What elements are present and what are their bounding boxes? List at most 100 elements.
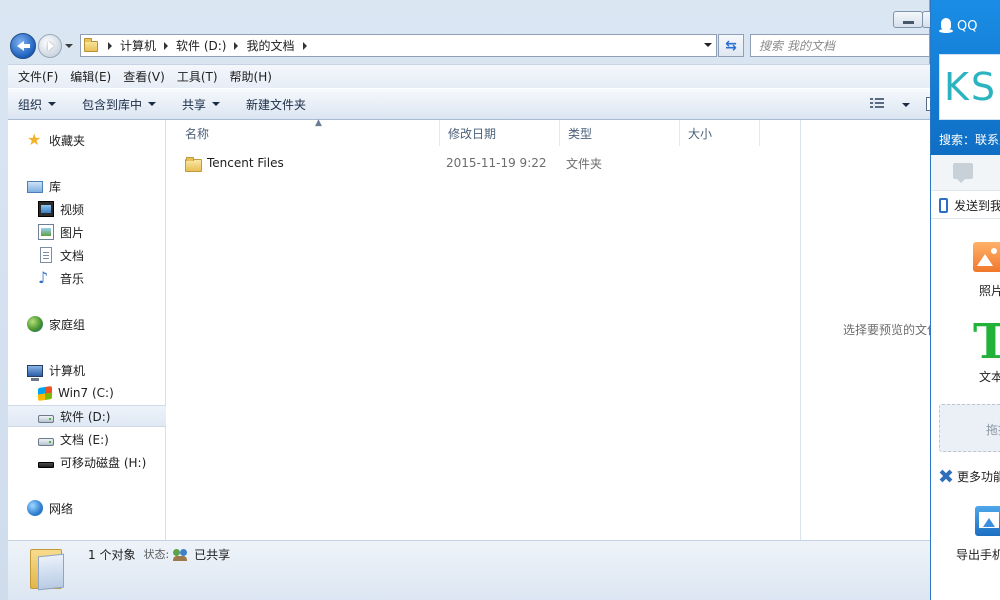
column-type-label: 类型 — [568, 126, 593, 141]
qq-search-input[interactable]: 搜索：联系人 — [939, 131, 1000, 148]
export-album-label[interactable]: 导出手机相册 — [956, 546, 1000, 563]
row-type-cell: 文件夹 — [566, 152, 676, 174]
send-to-phone-label: 发送到我的手机 — [954, 198, 1000, 213]
network-icon — [27, 500, 43, 516]
removable-drive-icon — [38, 462, 54, 468]
row-modified-cell: 2015-11-19 9:22 — [446, 152, 561, 174]
text-label[interactable]: 文本 — [979, 368, 1000, 385]
search-input[interactable]: 搜索 我的文档 — [750, 34, 930, 57]
share-button[interactable]: 共享 — [182, 96, 221, 113]
sort-ascending-icon: ▲ — [315, 118, 322, 128]
nav-favorites[interactable]: ★ 收藏夹 — [8, 129, 166, 151]
nav-label: 库 — [49, 179, 62, 194]
star-icon: ★ — [27, 130, 42, 149]
nav-label: 音乐 — [60, 271, 85, 286]
navigation-bar: 计算机 软件 (D:) 我的文档 ⇆ 搜索 我的文档 — [0, 32, 930, 60]
address-bar[interactable]: 计算机 软件 (D:) 我的文档 — [80, 34, 717, 57]
navigation-pane[interactable]: ★ 收藏夹 库 视频 图片 文档 ♪ 音乐 家庭组 计算机 Win7 (C:) … — [8, 120, 166, 540]
back-button[interactable] — [10, 33, 36, 59]
nav-label: 文档 — [60, 248, 85, 263]
breadcrumb-computer[interactable]: 计算机 — [120, 37, 156, 54]
nav-label: 软件 (D:) — [60, 409, 111, 424]
row-size-cell — [686, 152, 756, 174]
chevron-down-icon — [148, 102, 157, 106]
picture-icon — [38, 224, 54, 240]
nav-label: Win7 (C:) — [58, 386, 114, 400]
music-note-icon: ♪ — [38, 268, 49, 287]
row-name-cell[interactable]: Tencent Files — [185, 152, 435, 174]
breadcrumb-my-documents[interactable]: 我的文档 — [246, 37, 294, 54]
recent-pages-dropdown[interactable] — [64, 41, 74, 51]
column-header-type[interactable]: 类型 — [560, 120, 680, 146]
menu-edit[interactable]: 编辑(E) — [64, 68, 117, 85]
organize-button[interactable]: 组织 — [18, 96, 57, 113]
column-header-name[interactable]: 名称 ▲ — [177, 118, 440, 146]
nav-homegroup[interactable]: 家庭组 — [8, 313, 166, 335]
nav-network[interactable]: 网络 — [8, 497, 166, 519]
status-label: 状态: — [143, 548, 170, 561]
nav-label: 网络 — [49, 501, 74, 516]
hard-drive-icon — [38, 414, 54, 423]
file-drop-zone[interactable]: 拖拽文件到此 — [939, 404, 1000, 452]
forward-button[interactable] — [38, 34, 62, 58]
new-folder-button[interactable]: 新建文件夹 — [246, 96, 306, 113]
preview-pane: 选择要预览的文件。 — [800, 120, 930, 540]
menu-tools[interactable]: 工具(T) — [171, 68, 224, 85]
change-view-icon[interactable] — [870, 98, 884, 110]
nav-music[interactable]: ♪ 音乐 — [8, 267, 166, 289]
breadcrumb-chevron-icon[interactable] — [302, 41, 307, 50]
breadcrumb-drive-d[interactable]: 软件 (D:) — [176, 37, 226, 54]
row-name: Tencent Files — [207, 156, 284, 170]
text-icon[interactable]: T — [973, 318, 1000, 366]
breadcrumb-chevron-icon[interactable] — [108, 41, 112, 50]
nav-libraries[interactable]: 库 — [8, 175, 166, 197]
menu-bar: 文件(F) 编辑(E) 查看(V) 工具(T) 帮助(H) — [8, 64, 930, 88]
row-modified: 2015-11-19 9:22 — [446, 156, 547, 170]
address-dropdown-icon[interactable] — [704, 43, 712, 47]
qq-title-text: QQ — [957, 18, 978, 34]
menu-file[interactable]: 文件(F) — [12, 68, 64, 85]
send-to-phone-item[interactable]: 发送到我的手机 — [939, 193, 1000, 217]
column-header-size[interactable]: 大小 — [680, 120, 760, 146]
nav-drive-h[interactable]: 可移动磁盘 (H:) — [8, 451, 166, 473]
menu-help[interactable]: 帮助(H) — [224, 68, 278, 85]
export-album-icon[interactable] — [975, 506, 1000, 536]
more-features-button[interactable]: 更多功能 — [939, 466, 1000, 486]
minimize-button[interactable] — [893, 11, 923, 28]
table-row[interactable]: Tencent Files 2015-11-19 9:22 文件夹 — [167, 152, 800, 174]
breadcrumb-chevron-icon[interactable] — [164, 41, 169, 50]
nav-label: 收藏夹 — [49, 133, 86, 148]
qq-header: QQ KS 搜索：联系人 — [931, 0, 1000, 155]
status-summary: 1 个对象 状态: 已共享 — [88, 545, 230, 563]
nav-pictures[interactable]: 图片 — [8, 221, 166, 243]
nav-drive-c[interactable]: Win7 (C:) — [8, 382, 166, 404]
nav-computer[interactable]: 计算机 — [8, 359, 166, 381]
photo-label[interactable]: 照片 — [979, 282, 1000, 299]
photo-icon[interactable] — [973, 242, 1000, 272]
breadcrumb-chevron-icon[interactable] — [234, 41, 239, 50]
large-folder-icon — [28, 545, 68, 591]
column-header-modified[interactable]: 修改日期 — [440, 120, 560, 146]
tools-icon — [939, 469, 953, 483]
nav-videos[interactable]: 视频 — [8, 198, 166, 220]
item-count: 1 个对象 — [88, 547, 136, 562]
divider — [931, 218, 1000, 219]
row-type: 文件夹 — [566, 156, 603, 171]
nav-drive-d[interactable]: 软件 (D:) — [8, 405, 166, 427]
library-icon — [27, 181, 43, 193]
windows-drive-icon — [38, 385, 52, 401]
file-list[interactable]: 名称 ▲ 修改日期 类型 大小 Tencent Files 2015-11-19… — [167, 118, 800, 540]
menu-view[interactable]: 查看(V) — [117, 68, 171, 85]
refresh-button[interactable]: ⇆ — [718, 34, 744, 57]
nav-label: 文档 (E:) — [60, 432, 109, 447]
document-icon — [40, 247, 52, 263]
column-modified-label: 修改日期 — [448, 126, 497, 141]
qq-search-label: 搜索：联系人 — [939, 133, 1000, 147]
column-name-label: 名称 — [185, 126, 210, 141]
view-options-dropdown[interactable] — [902, 103, 910, 107]
message-icon[interactable] — [953, 163, 973, 183]
nav-drive-e[interactable]: 文档 (E:) — [8, 428, 166, 450]
nav-documents[interactable]: 文档 — [8, 244, 166, 266]
include-in-library-button[interactable]: 包含到库中 — [82, 96, 157, 113]
avatar[interactable]: KS — [939, 54, 1000, 120]
